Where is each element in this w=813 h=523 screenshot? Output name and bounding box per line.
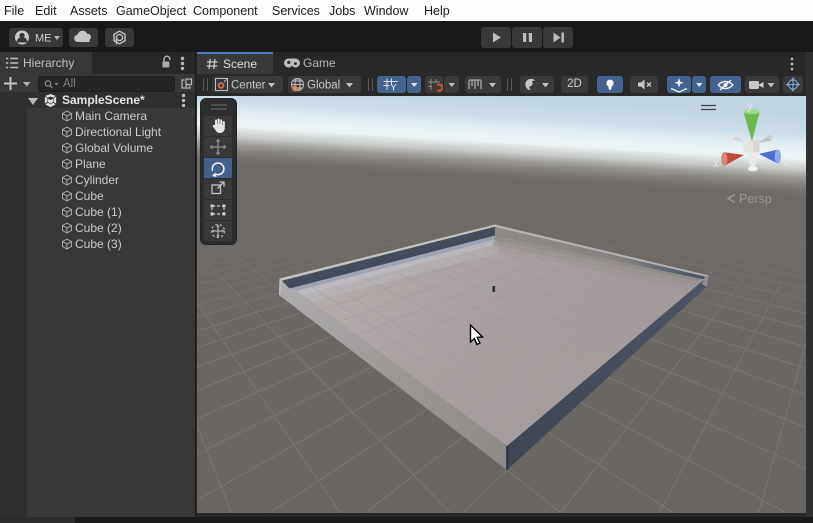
svg-text:ME: ME xyxy=(35,33,52,45)
svg-text:z: z xyxy=(783,154,789,168)
svg-text:Center: Center xyxy=(231,80,266,92)
svg-text:Global: Global xyxy=(307,80,340,92)
svg-text:y: y xyxy=(747,98,753,112)
svg-text:Y: Y xyxy=(391,83,397,93)
svg-text:x: x xyxy=(713,156,719,170)
svg-text:Persp: Persp xyxy=(739,192,772,206)
